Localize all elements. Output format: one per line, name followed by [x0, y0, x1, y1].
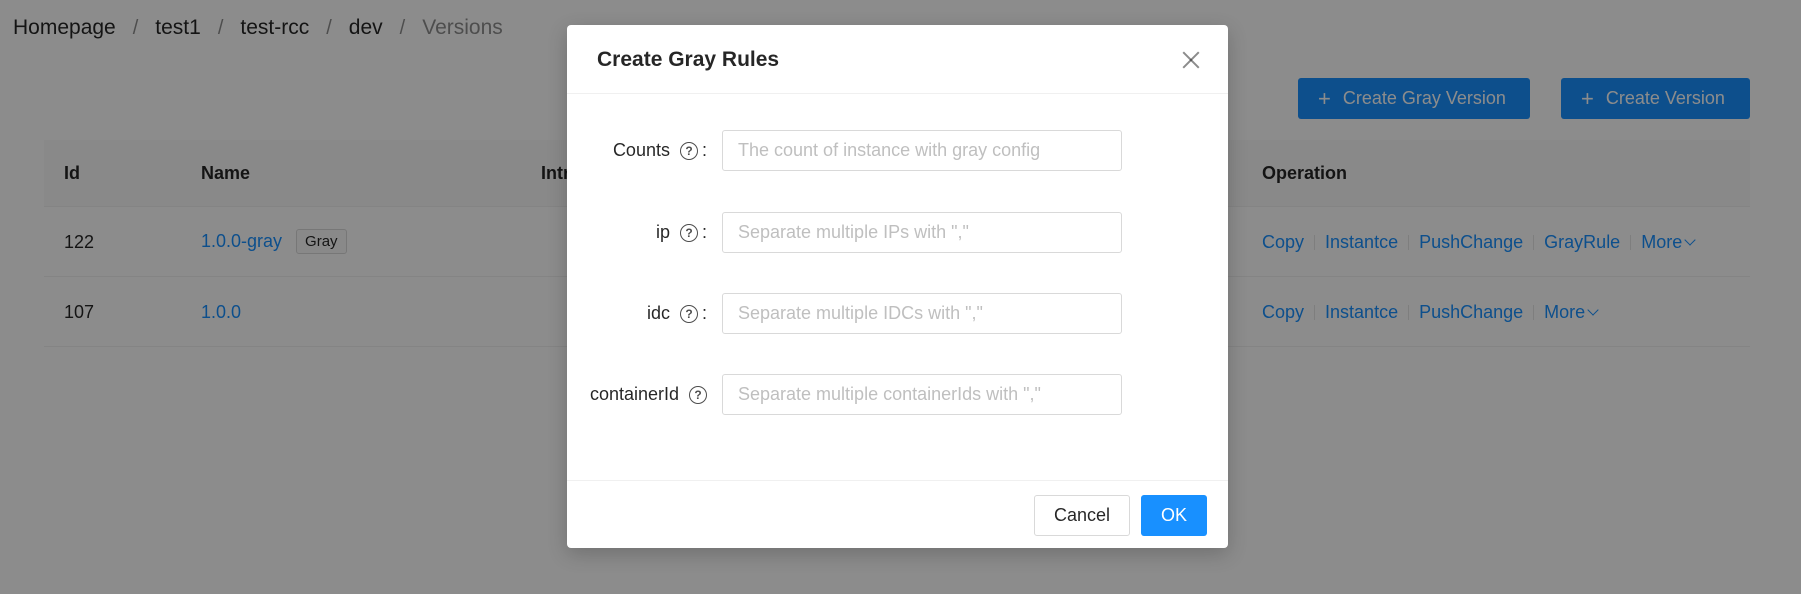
label-colon: :	[701, 222, 707, 242]
form-row-ip: ip ? :	[567, 212, 1228, 253]
question-circle-icon[interactable]: ?	[689, 385, 707, 404]
counts-input[interactable]	[722, 130, 1122, 171]
ip-label: ip ? :	[656, 222, 707, 243]
container-id-label-text: containerId	[589, 384, 679, 404]
question-circle-icon[interactable]: ?	[679, 304, 698, 323]
container-id-label: containerId ?	[590, 384, 707, 405]
label-colon: :	[701, 140, 707, 160]
form-row-idc: idc ? :	[567, 293, 1228, 334]
question-circle-icon[interactable]: ?	[679, 223, 698, 242]
form-row-container-id: containerId ?	[567, 374, 1228, 415]
modal-title: Create Gray Rules	[597, 48, 780, 71]
counts-label-text: Counts	[612, 140, 670, 160]
cancel-button[interactable]: Cancel	[1034, 495, 1130, 536]
ok-button[interactable]: OK	[1141, 495, 1207, 536]
question-circle-icon[interactable]: ?	[679, 141, 698, 160]
modal-header: Create Gray Rules	[567, 25, 1228, 94]
modal-footer: Cancel OK	[567, 480, 1228, 548]
label-colon: :	[701, 303, 707, 323]
idc-input[interactable]	[722, 293, 1122, 334]
close-icon[interactable]	[1180, 49, 1202, 71]
idc-label-text: idc	[646, 303, 670, 323]
page: Homepage / test1 / test-rcc / dev / Vers…	[0, 0, 1801, 594]
container-id-input[interactable]	[722, 374, 1122, 415]
form-row-counts: Counts ? :	[567, 130, 1228, 171]
idc-label: idc ? :	[647, 303, 707, 324]
counts-label: Counts ? :	[613, 140, 707, 161]
ip-label-text: ip	[655, 222, 670, 242]
ip-input[interactable]	[722, 212, 1122, 253]
create-gray-rules-modal: Create Gray Rules Counts ? : ip ? : idc …	[567, 25, 1228, 548]
